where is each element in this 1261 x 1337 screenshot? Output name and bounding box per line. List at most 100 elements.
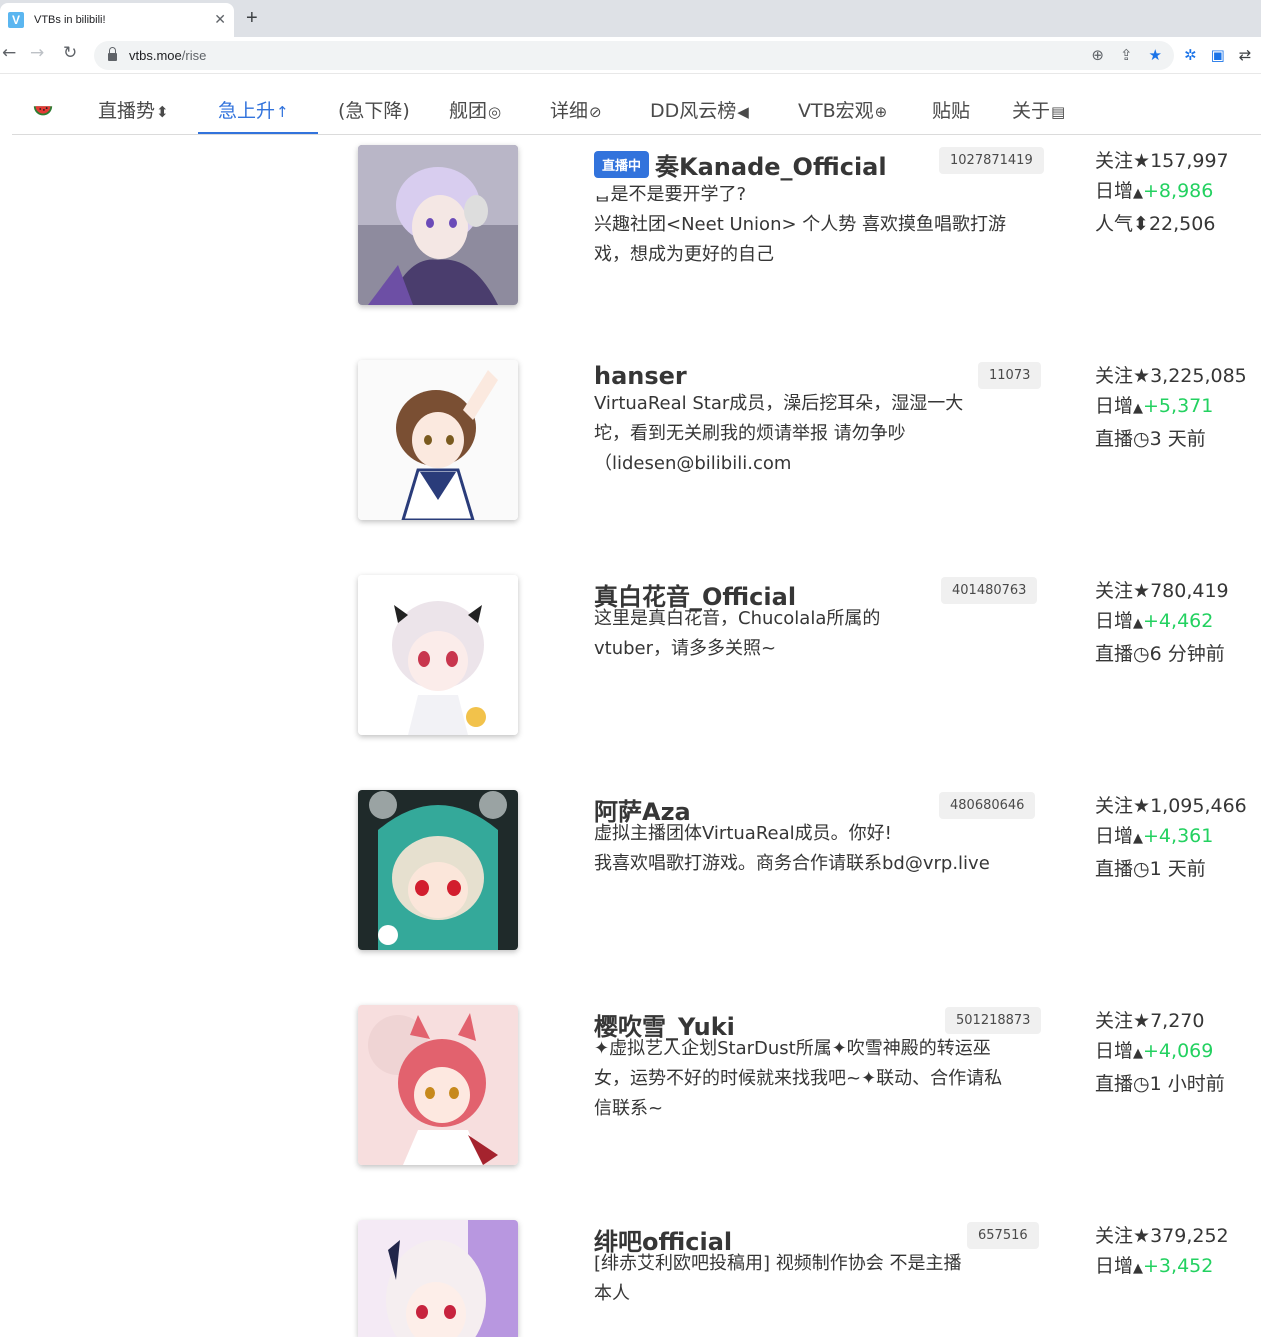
vtuber-sign: 虚拟主播团体VirtuaReal成员。你好! 我喜欢唱歌打游戏。商务合作请联系b… (594, 823, 990, 874)
daily-stat: 日增▲+4,069 (1095, 1040, 1214, 1062)
browser-tabstrip: V VTBs in bilibili! ✕ + (0, 0, 1261, 37)
extension-icon[interactable]: ✲ (1184, 46, 1197, 64)
sort-icon: ⬍ (156, 103, 169, 121)
follow-stat: 关注★7,270 (1095, 1010, 1205, 1032)
stats: 关注★379,252 日增▲+3,452 (1095, 1221, 1229, 1284)
vtuber-entry: hanser 11073 VirtuaReal Star成员，澡后挖耳朵，湿湿一… (0, 360, 1261, 576)
daily-stat: 日增▲+4,462 (1095, 610, 1214, 632)
stats: 关注★1,095,466 日增▲+4,361 直播◷1 天前 (1095, 791, 1247, 884)
browser-tab[interactable]: V VTBs in bilibili! ✕ (0, 3, 234, 37)
nav-dd-ranking[interactable]: DD风云榜◀ (650, 96, 749, 123)
star-icon: ★ (1133, 1225, 1151, 1247)
uid-tag: 657516 (967, 1222, 1039, 1249)
forward-arrow-icon[interactable]: → (30, 43, 44, 63)
star-icon: ★ (1133, 795, 1151, 817)
arrow-up-icon: ↑ (276, 103, 289, 121)
stats: 关注★157,997 日增▲+8,986 人气⬍22,506 (1095, 146, 1229, 239)
daily-stat: 日增▲+3,452 (1095, 1255, 1214, 1277)
tab-close-icon[interactable]: ✕ (214, 12, 226, 28)
caret-up-icon: ▲ (1133, 401, 1144, 416)
avatar[interactable] (358, 145, 518, 305)
nav-drop[interactable]: (急下降) (338, 96, 410, 123)
uid-tag: 1027871419 (939, 147, 1044, 174)
share-icon[interactable]: ⇪ (1120, 46, 1133, 64)
star-icon: ★ (1133, 150, 1151, 172)
caret-up-icon: ▲ (1133, 616, 1144, 631)
follow-stat: 关注★1,095,466 (1095, 795, 1247, 817)
active-tab-underline (198, 132, 318, 134)
stats: 关注★7,270 日增▲+4,069 直播◷1 小时前 (1095, 1006, 1225, 1099)
vtuber-entry: 阿萨Aza 480680646 虚拟主播团体VirtuaReal成员。你好! 我… (0, 790, 1261, 1006)
address-bar[interactable]: vtbs.moe/rise ⊕ ⇪ ★ (94, 41, 1174, 70)
reload-icon[interactable]: ↻ (63, 43, 77, 63)
compass-icon: ⊘ (589, 103, 602, 121)
sort-icon: ⬍ (1133, 213, 1149, 235)
avatar[interactable] (358, 575, 518, 735)
clock-icon: ◷ (1133, 643, 1150, 665)
zoom-icon[interactable]: ⊕ (1091, 46, 1104, 64)
avatar[interactable] (358, 790, 518, 950)
watermelon-icon[interactable] (32, 98, 54, 120)
last-live-stat: 直播◷3 天前 (1095, 428, 1206, 450)
daily-stat: 日增▲+5,371 (1095, 395, 1214, 417)
stats: 关注★3,225,085 日增▲+5,371 直播◷3 天前 (1095, 361, 1247, 454)
popularity-stat: 人气⬍22,506 (1095, 213, 1216, 235)
last-live-stat: 直播◷1 天前 (1095, 858, 1206, 880)
follow-stat: 关注★379,252 (1095, 1225, 1229, 1247)
avatar[interactable] (358, 360, 518, 520)
caret-up-icon: ▲ (1133, 831, 1144, 846)
image-extension-icon[interactable]: ▣ (1211, 46, 1225, 64)
uid-tag: 11073 (978, 362, 1042, 389)
browser-toolbar: ← → ↻ vtbs.moe/rise ⊕ ⇪ ★ ✲ ▣ ⇄ (0, 37, 1261, 74)
follow-stat: 关注★3,225,085 (1095, 365, 1247, 387)
back-arrow-icon[interactable]: ← (2, 43, 16, 63)
uid-tag: 401480763 (941, 577, 1038, 604)
uid-tag: 501218873 (945, 1007, 1042, 1034)
uid-tag: 480680646 (939, 792, 1036, 819)
star-icon: ★ (1133, 365, 1151, 387)
send-icon: ◀ (737, 103, 749, 121)
vtuber-entry: 真白花音_Official 401480763 这里是真白花音，Chucolal… (0, 575, 1261, 791)
nav-live-power[interactable]: 直播势⬍ (98, 96, 169, 123)
site-navbar: 直播势⬍ 急上升↑ (急下降) 舰团◎ 详细⊘ DD风云榜◀ VTB宏观⊕ 贴贴… (12, 74, 1261, 135)
caret-up-icon: ▲ (1133, 186, 1144, 201)
avatar[interactable] (358, 1220, 518, 1337)
nav-rise[interactable]: 急上升↑ (218, 96, 289, 123)
last-live-stat: 直播◷1 小时前 (1095, 1073, 1225, 1095)
clock-icon: ◷ (1133, 428, 1150, 450)
avatar[interactable] (358, 1005, 518, 1165)
nav-vtb-macro[interactable]: VTB宏观⊕ (798, 96, 887, 123)
site-favicon-icon: V (8, 12, 24, 28)
vtuber-sign: ✦虚拟艺人企划StarDust所属✦吹雪神殿的转运巫女，运势不好的时候就来找我吧… (594, 1038, 1003, 1119)
new-tab-button[interactable]: + (246, 7, 258, 30)
daily-stat: 日增▲+4,361 (1095, 825, 1214, 847)
nav-guard[interactable]: 舰团◎ (449, 96, 501, 123)
vtuber-sign: ᆸ是不是要开学了? 兴趣社团<Neet Union> 个人势 喜欢摸鱼唱歌打游戏… (594, 184, 1007, 265)
translate-extension-icon[interactable]: ⇄ (1239, 46, 1252, 64)
nav-about[interactable]: 关于▤ (1012, 96, 1065, 123)
vtuber-entry: 直播中 奏Kanade_Official 1027871419 ᆸ是不是要开学了… (0, 145, 1261, 361)
lock-icon (108, 47, 117, 61)
follow-stat: 关注★780,419 (1095, 580, 1229, 602)
last-live-stat: 直播◷6 分钟前 (1095, 643, 1225, 665)
nav-detail[interactable]: 详细⊘ (550, 96, 602, 123)
caret-up-icon: ▲ (1133, 1261, 1144, 1276)
caret-up-icon: ▲ (1133, 1046, 1144, 1061)
vtuber-sign: VirtuaReal Star成员，澡后挖耳朵，湿湿一大坨，看到无关刷我的烦请举… (594, 393, 964, 474)
clock-icon: ◷ (1133, 1073, 1150, 1095)
daily-stat: 日增▲+8,986 (1095, 180, 1214, 202)
star-icon: ★ (1133, 580, 1151, 602)
location-icon: ◎ (488, 103, 502, 121)
clock-icon: ◷ (1133, 858, 1150, 880)
tab-title: VTBs in bilibili! (34, 14, 106, 26)
nav-tietie[interactable]: 贴贴 (932, 96, 970, 123)
bookmark-star-icon[interactable]: ★ (1149, 46, 1162, 64)
vtuber-entry: 樱吹雪_Yuki 501218873 ✦虚拟艺人企划StarDust所属✦吹雪神… (0, 1005, 1261, 1221)
zoom-in-icon: ⊕ (874, 103, 888, 121)
vtuber-entry: 绯吧official 657516 [绯赤艾利欧吧投稿用] 视频制作协会 不是主… (0, 1220, 1261, 1337)
live-badge: 直播中 (594, 151, 650, 178)
vtuber-sign: 这里是真白花音，Chucolala所属的vtuber，请多多关照~ (594, 608, 881, 659)
follow-stat: 关注★157,997 (1095, 150, 1229, 172)
vtuber-name[interactable]: 奏Kanade_Official (655, 147, 887, 182)
vtuber-name[interactable]: hanser (594, 362, 687, 390)
